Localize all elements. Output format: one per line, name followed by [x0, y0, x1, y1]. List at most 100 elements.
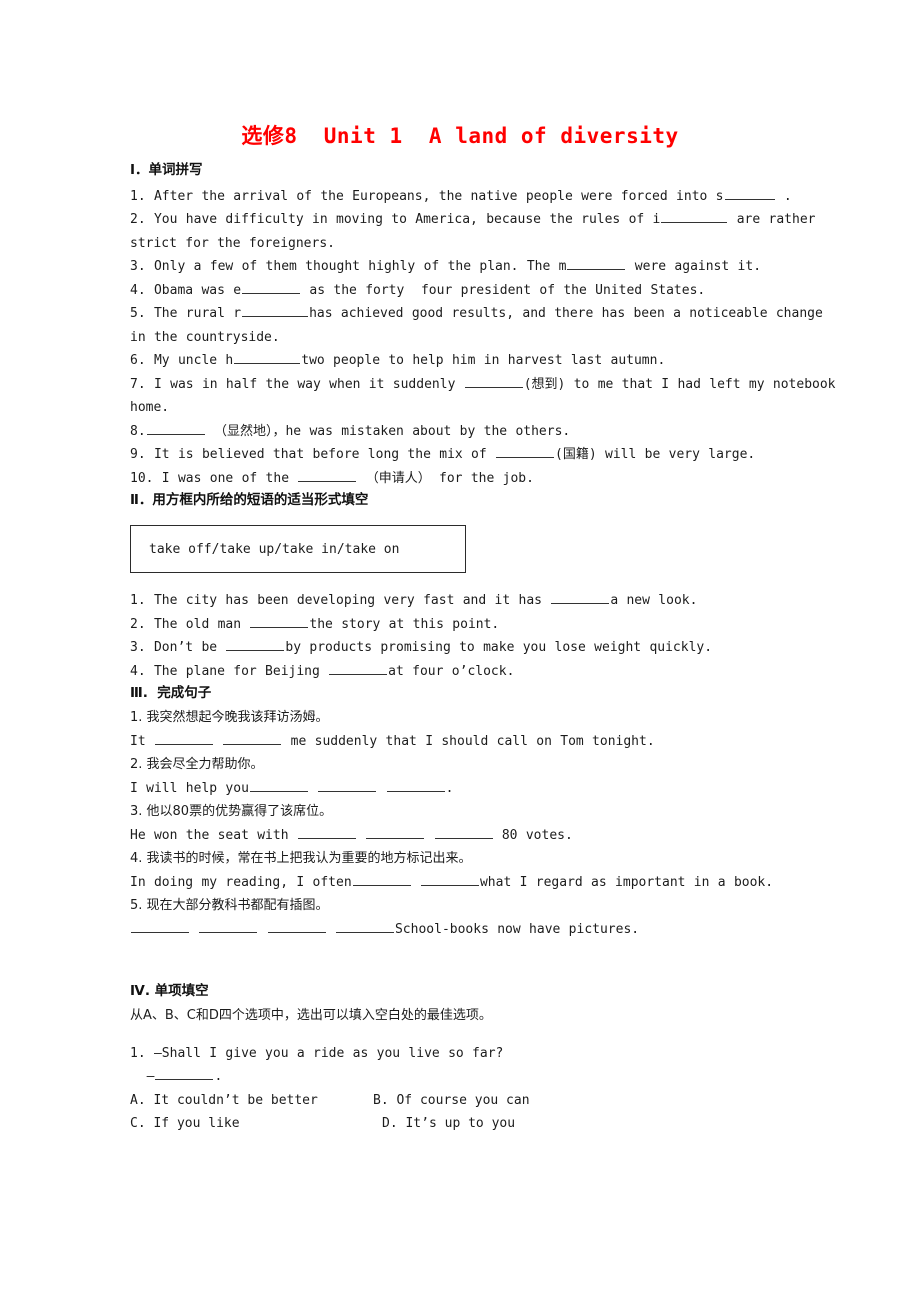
item-text-post: (想到) to me that I had left my notebook: [523, 376, 836, 392]
option-b[interactable]: B. Of course you can: [373, 1093, 530, 1108]
item-text-post: .: [445, 780, 454, 796]
question-item: I will help you .: [130, 777, 875, 801]
answer-blank[interactable]: [155, 1065, 214, 1081]
answer-blank[interactable]: [242, 279, 301, 294]
answer-blank[interactable]: [496, 443, 555, 459]
question-item: 3. Only a few of them thought highly of …: [130, 255, 875, 279]
answer-blank[interactable]: [267, 918, 326, 933]
item-text-pre: I will help you: [130, 780, 249, 796]
answer-blank[interactable]: [335, 918, 394, 933]
question-item: 4. Obama was e as the forty four preside…: [130, 279, 875, 303]
item-text-pre: 4. Obama was e: [130, 282, 242, 298]
item-text-pre: 3. Only a few of them thought highly of …: [130, 259, 567, 275]
answer-blank[interactable]: [464, 373, 523, 388]
chinese-prompt: 5. 现在大部分教科书都配有插图。: [130, 898, 329, 914]
answer-blank[interactable]: [724, 185, 775, 200]
question-item: 7. I was in half the way when it suddenl…: [130, 373, 875, 397]
question-item: 2. You have difficulty in moving to Amer…: [130, 208, 875, 232]
item-text-pre: 7. I was in half the way when it suddenl…: [130, 376, 464, 392]
item-text-post: what I regard as important in a book.: [479, 874, 774, 890]
question-item: 4. The plane for Beijing at four o’clock…: [130, 660, 875, 684]
item-text-post: (国籍) will be very large.: [555, 447, 756, 463]
item-text-post: as the forty four president of the Unite…: [301, 282, 706, 298]
question-item: It me suddenly that I should call on Tom…: [130, 730, 875, 754]
answer-blank[interactable]: [661, 208, 728, 224]
item-text-post: by products promising to make you lose w…: [285, 640, 713, 656]
question-answer-line: —.: [130, 1065, 875, 1089]
question-item: 3. Don’t be by products promising to mak…: [130, 636, 875, 660]
item-text-post: 80 votes.: [493, 827, 573, 843]
content-column: Ⅰ．单词拼写 1. After the arrival of the Europ…: [130, 160, 875, 1136]
answer-blank[interactable]: [226, 636, 285, 652]
answer-blank[interactable]: [434, 824, 493, 839]
item-text-post: has achieved good results, and there has…: [309, 306, 823, 322]
answer-blank[interactable]: [199, 918, 258, 933]
answer-blank[interactable]: [318, 777, 377, 792]
answer-blank[interactable]: [329, 660, 388, 675]
question-item-continuation: strict for the foreigners.: [130, 235, 335, 251]
chinese-prompt: 1. 我突然想起今晚我该拜访汤姆。: [130, 710, 329, 726]
chinese-prompt: 3. 他以80票的优势赢得了该席位。: [130, 804, 333, 820]
answer-blank[interactable]: [386, 777, 445, 792]
question-item: School-books now have pictures.: [130, 918, 875, 942]
section-heading-one: Ⅰ．单词拼写: [130, 162, 203, 178]
item-text-pre: 6. My uncle h: [130, 353, 234, 369]
item-text-pre: 8.: [130, 423, 146, 439]
item-text-pre: He won the seat with: [130, 827, 297, 843]
item-text-post: .: [775, 188, 792, 204]
item-text-pre: 2. You have difficulty in moving to Amer…: [130, 212, 661, 228]
option-d[interactable]: D. It’s up to you: [382, 1116, 515, 1131]
chinese-prompt: 4. 我读书的时候，常在书上把我认为重要的地方标记出来。: [130, 851, 472, 867]
item-text-pre: 9. It is believed that before long the m…: [130, 447, 496, 463]
answer-blank[interactable]: [567, 255, 626, 271]
item-text-post: were against it.: [626, 259, 762, 275]
option-row: C. If you like D. It’s up to you: [130, 1112, 875, 1136]
question-item: 6. My uncle h two people to help him in h…: [130, 349, 875, 373]
answer-blank[interactable]: [250, 613, 309, 628]
item-text-pre: In doing my reading, I often: [130, 874, 352, 890]
item-text-post: two people to help him in harvest last a…: [301, 353, 666, 369]
answer-blank[interactable]: [297, 824, 356, 839]
item-text-post: at four o’clock.: [388, 663, 515, 679]
answer-blank[interactable]: [420, 871, 479, 886]
question-item: 9. It is believed that before long the m…: [130, 443, 875, 467]
section-four-instruction: 从A、B、C和D四个选项中，选出可以填入空白处的最佳选项。: [130, 1008, 492, 1024]
page-title: 选修8 Unit 1 A land of diversity: [241, 124, 679, 148]
question-item: He won the seat with 80 votes.: [130, 824, 875, 848]
item-text-pre: 2. The old man: [130, 616, 250, 632]
section-heading-four: Ⅳ. 单项填空: [130, 983, 209, 1000]
option-row: A. It couldn’t be better B. Of course you…: [130, 1089, 875, 1113]
chinese-prompt: 2. 我会尽全力帮助你。: [130, 757, 264, 773]
option-c[interactable]: C. If you like: [130, 1112, 382, 1136]
item-text-pre: 1. After the arrival of the Europeans, t…: [130, 188, 724, 204]
question-item: 8. （显然地），he was mistaken about by the ot…: [130, 420, 875, 444]
answer-blank[interactable]: [131, 918, 189, 933]
worksheet-page: 选修8 Unit 1 A land of diversity Ⅰ．单词拼写 1.…: [0, 0, 920, 1302]
item-text-pre: It: [130, 733, 154, 749]
answer-blank[interactable]: [234, 349, 301, 365]
item-text-post: are rather: [728, 212, 816, 228]
answer-blank[interactable]: [298, 467, 357, 482]
question-stem: 1. —Shall I give you a ride as you live …: [130, 1045, 504, 1061]
item-text-post: me suddenly that I should call on Tom to…: [282, 733, 655, 749]
answer-dash: —: [130, 1069, 155, 1085]
question-item-continuation: in the countryside.: [130, 329, 280, 345]
question-item: 10. I was one of the （申请人） for the job.: [130, 467, 875, 491]
answer-blank[interactable]: [146, 420, 205, 435]
option-a[interactable]: A. It couldn’t be better: [130, 1089, 373, 1113]
question-item: In doing my reading, I often what I rega…: [130, 871, 875, 895]
item-text-pre: 1. The city has been developing very fas…: [130, 593, 551, 609]
item-text-pre: 3. Don’t be: [130, 640, 226, 656]
section-heading-three: Ⅲ. 完成句子: [130, 685, 212, 702]
answer-blank[interactable]: [551, 589, 610, 605]
answer-blank[interactable]: [223, 730, 282, 745]
answer-blank[interactable]: [154, 730, 213, 745]
answer-blank[interactable]: [366, 824, 425, 839]
item-text-pre: 4. The plane for Beijing: [130, 663, 329, 679]
question-item-continuation: home.: [130, 400, 170, 416]
answer-blank[interactable]: [352, 871, 411, 886]
answer-blank[interactable]: [249, 777, 308, 792]
section-heading-two: Ⅱ．用方框内所给的短语的适当形式填空: [130, 492, 369, 509]
item-text-pre: 10. I was one of the: [130, 470, 298, 486]
answer-blank[interactable]: [242, 302, 309, 318]
